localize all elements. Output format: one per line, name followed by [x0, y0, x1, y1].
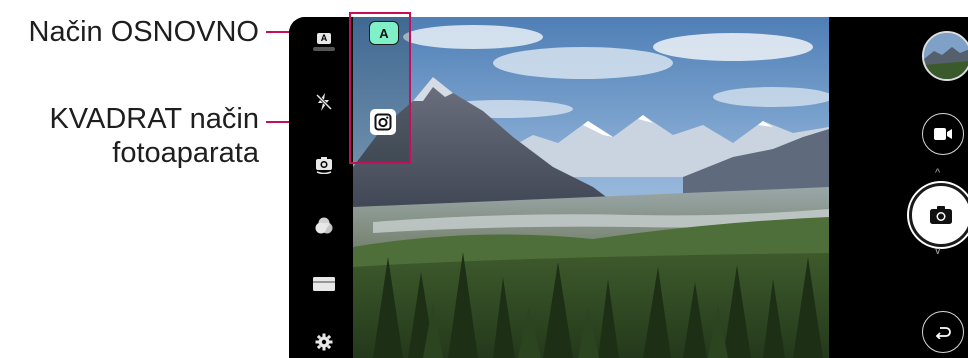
mode-indicator-icon[interactable]: A — [313, 31, 335, 53]
callout-square-mode: KVADRAT način fotoaparata — [49, 102, 259, 170]
callout-square-mode-line2: fotoaparata — [112, 137, 259, 169]
back-icon[interactable] — [922, 311, 964, 353]
shutter-camera-icon[interactable] — [909, 183, 968, 247]
switch-camera-icon[interactable] — [313, 153, 335, 175]
left-toolbar: A — [289, 17, 353, 358]
flash-off-icon[interactable] — [313, 91, 335, 113]
gallery-thumbnail[interactable] — [922, 31, 968, 81]
landscape-preview-image — [353, 17, 829, 358]
ratio-icon[interactable] — [312, 273, 336, 295]
callout-square-mode-line1: KVADRAT način — [49, 103, 259, 135]
right-controls: ^ v — [829, 17, 968, 358]
chevron-up-icon: ^ — [935, 167, 941, 179]
mode-badge-label: A — [320, 33, 328, 43]
settings-icon[interactable] — [313, 331, 335, 353]
callout-basic-mode: Način OSNOVNO — [29, 15, 259, 49]
video-record-icon[interactable] — [922, 113, 964, 155]
filter-icon[interactable] — [313, 215, 335, 237]
chevron-down-icon: v — [935, 245, 941, 257]
camera-viewfinder[interactable]: A — [353, 17, 829, 358]
callout-basic-mode-text: Način OSNOVNO — [28, 16, 259, 48]
mode-strip-highlight — [349, 12, 411, 164]
